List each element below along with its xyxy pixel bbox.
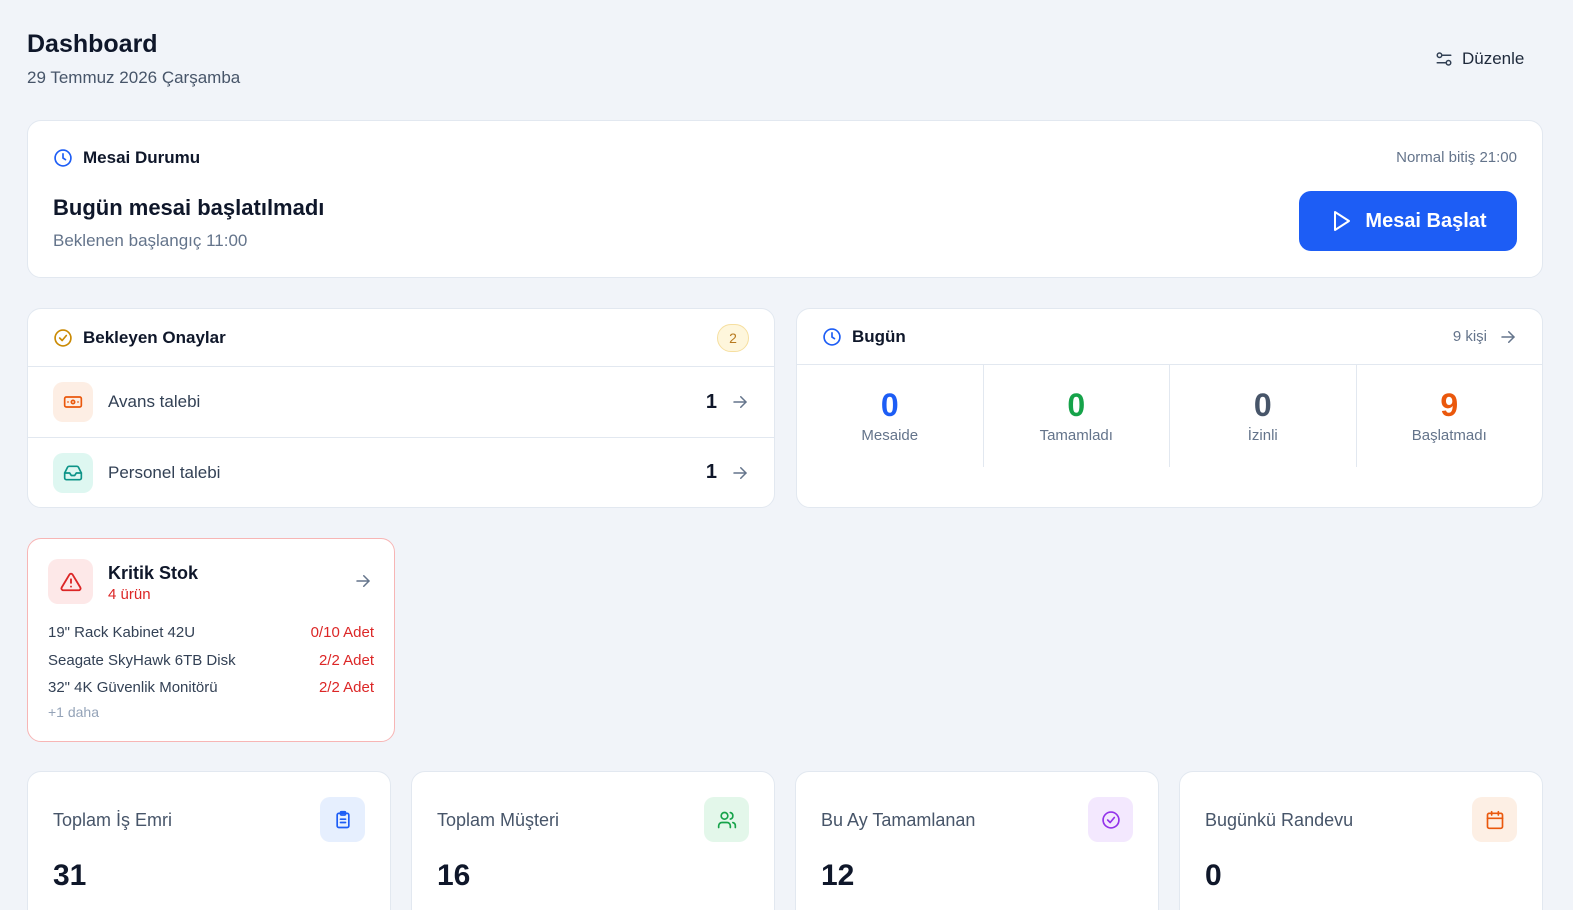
stock-item-name: 19" Rack Kabinet 42U xyxy=(48,624,196,642)
stock-item-name: Seagate SkyHawk 6TB Disk xyxy=(48,651,236,669)
stat-value: 0 xyxy=(1253,387,1272,423)
summary-card-appointments-today[interactable]: Bugünkü Randevu 0 xyxy=(1179,771,1543,910)
today-header: Bugün 9 kişi xyxy=(797,309,1542,365)
today-people-link[interactable]: 9 kişi xyxy=(1453,328,1517,346)
edit-label: Düzenle xyxy=(1462,49,1525,68)
approval-row-personnel[interactable]: Personel talebi 1 xyxy=(28,437,774,507)
summary-label: Bu Ay Tamamlanan xyxy=(821,810,976,830)
today-stats: 0 Mesaide 0 Tamamladı 0 İzinli 9 Başlatm… xyxy=(797,365,1542,467)
arrow-right-icon xyxy=(731,464,749,482)
inbox-icon xyxy=(53,452,93,493)
summary-card-work-orders[interactable]: Toplam İş Emri 31 xyxy=(27,771,391,910)
page-date: 29 Temmuz 2026 Çarşamba xyxy=(27,68,241,87)
critical-stock-title: Kritik Stok xyxy=(108,563,199,583)
stat-label: Mesaide xyxy=(861,427,919,444)
stat-not-started: 9 Başlatmadı xyxy=(1355,365,1543,467)
approvals-count-badge: 2 xyxy=(717,323,749,352)
stat-label: İzinli xyxy=(1247,427,1278,444)
arrow-right-icon xyxy=(731,393,749,411)
sliders-icon xyxy=(1435,50,1453,68)
clock-icon xyxy=(53,148,73,168)
summary-card-customers[interactable]: Toplam Müşteri 16 xyxy=(411,771,775,910)
clipboard-icon xyxy=(320,797,365,842)
today-card: Bugün 9 kişi 0 Mesaide 0 Tamamladı 0 İzi… xyxy=(796,308,1543,508)
approvals-title: Bekleyen Onaylar xyxy=(83,327,226,347)
stat-label: Tamamladı xyxy=(1039,427,1113,444)
stock-more-text: +1 daha xyxy=(48,703,99,720)
shift-card-header: Mesai Durumu xyxy=(53,148,200,168)
stock-item-qty: 2/2 Adet xyxy=(318,679,374,697)
shift-expected-start: Beklenen başlangıç 11:00 xyxy=(53,231,248,250)
edit-button[interactable]: Düzenle xyxy=(1435,46,1524,72)
alert-triangle-icon xyxy=(48,559,93,604)
shift-card-title: Mesai Durumu xyxy=(83,148,201,167)
money-icon xyxy=(53,382,93,422)
calendar-icon xyxy=(1472,797,1517,842)
approval-row-advance[interactable]: Avans talebi 1 xyxy=(28,367,774,437)
critical-stock-list: 19" Rack Kabinet 42U 0/10 Adet Seagate S… xyxy=(48,619,374,720)
stock-item-qty: 2/2 Adet xyxy=(318,651,374,669)
stat-value: 9 xyxy=(1440,387,1459,423)
critical-stock-card[interactable]: Kritik Stok 4 ürün 19" Rack Kabinet 42U … xyxy=(27,538,395,742)
summary-label: Toplam Müşteri xyxy=(437,810,560,830)
today-people-count: 9 kişi xyxy=(1452,328,1487,345)
shift-normal-end: Normal bitiş 21:00 xyxy=(1396,149,1517,166)
stock-item-qty: 0/10 Adet xyxy=(310,624,374,642)
list-item: 19" Rack Kabinet 42U 0/10 Adet xyxy=(48,619,374,647)
users-icon xyxy=(704,797,749,842)
check-circle-icon xyxy=(1088,797,1133,842)
approval-label: Personel talebi xyxy=(108,462,221,482)
summary-value: 16 xyxy=(437,859,471,892)
stat-on-shift: 0 Mesaide xyxy=(797,365,983,467)
start-shift-button[interactable]: Mesai Başlat xyxy=(1299,191,1517,251)
approvals-header: Bekleyen Onaylar 2 xyxy=(28,309,774,367)
clock-icon xyxy=(822,327,842,347)
list-item: Seagate SkyHawk 6TB Disk 2/2 Adet xyxy=(48,647,374,675)
page-title: Dashboard xyxy=(27,30,158,58)
stat-label: Başlatmadı xyxy=(1411,427,1487,444)
pending-approvals-card: Bekleyen Onaylar 2 Avans talebi 1 Person… xyxy=(27,308,775,508)
summary-value: 12 xyxy=(821,859,855,892)
play-icon xyxy=(1329,209,1353,233)
shift-status-card: Mesai Durumu Normal bitiş 21:00 Bugün me… xyxy=(27,120,1543,278)
shift-status-text: Bugün mesai başlatılmadı xyxy=(53,195,325,220)
approval-count: 1 xyxy=(705,390,717,413)
arrow-right-icon xyxy=(1499,328,1517,346)
stat-completed: 0 Tamamladı xyxy=(982,365,1170,467)
check-circle-icon xyxy=(53,328,73,348)
list-item: 32" 4K Güvenlik Monitörü 2/2 Adet xyxy=(48,674,374,702)
stat-value: 0 xyxy=(880,387,899,423)
stock-item-name: 32" 4K Güvenlik Monitörü xyxy=(48,679,218,697)
approval-label: Avans talebi xyxy=(108,392,201,411)
critical-stock-count: 4 ürün xyxy=(108,586,151,603)
summary-value: 31 xyxy=(53,859,87,892)
summary-label: Toplam İş Emri xyxy=(53,810,173,830)
stat-value: 0 xyxy=(1067,387,1086,423)
summary-card-completed-this-month[interactable]: Bu Ay Tamamlanan 12 xyxy=(795,771,1159,910)
start-shift-label: Mesai Başlat xyxy=(1365,209,1487,232)
arrow-right-icon xyxy=(354,572,372,590)
summary-label: Bugünkü Randevu xyxy=(1205,810,1354,830)
stat-on-leave: 0 İzinli xyxy=(1169,365,1356,467)
today-title: Bugün xyxy=(852,326,906,346)
summary-value: 0 xyxy=(1205,859,1222,892)
approval-count: 1 xyxy=(705,461,717,483)
